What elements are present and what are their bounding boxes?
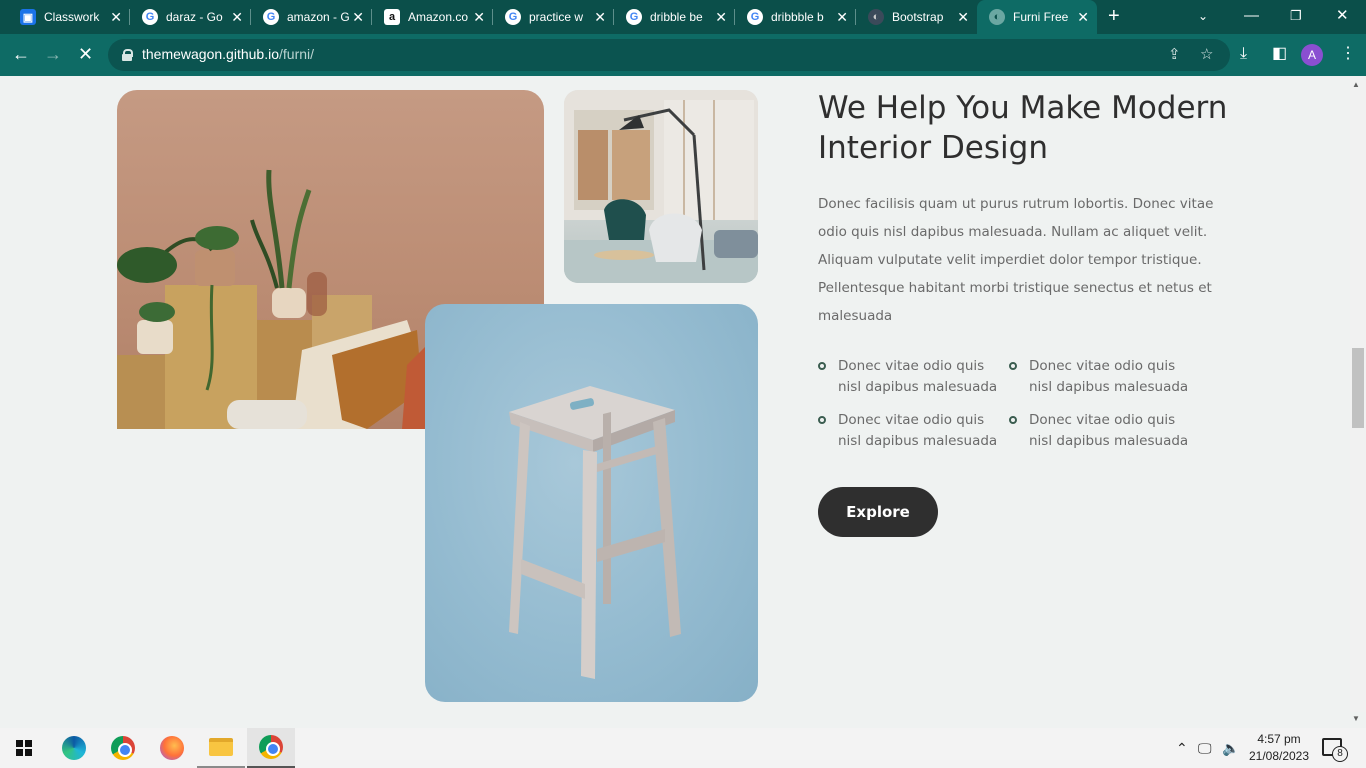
url-text[interactable]: themewagon.github.io/furni/: [142, 46, 314, 62]
windows-start-icon[interactable]: [0, 728, 48, 768]
file-explorer-icon[interactable]: [197, 728, 245, 768]
close-icon[interactable]: ✕: [715, 9, 727, 25]
section-paragraph: Donec facilisis quam ut purus rutrum lob…: [818, 196, 1214, 324]
tab-furni[interactable]: ◐ Furni Free ✕: [977, 0, 1097, 34]
bullet-circle-icon: [818, 362, 826, 370]
tab-classwork[interactable]: ▣ Classwork ✕: [8, 0, 130, 34]
show-hidden-icons-chevron-icon[interactable]: ⌃: [1176, 728, 1188, 768]
list-item: Donec vitae odio quis nisl dapibus males…: [1009, 410, 1194, 452]
tab-title: Amazon.co: [408, 10, 469, 24]
tab-daraz[interactable]: G daraz - Go ✕: [130, 0, 251, 34]
profile-avatar[interactable]: A: [1301, 44, 1323, 66]
url-host: themewagon.github.io: [142, 46, 279, 62]
restore-icon[interactable]: ❐: [1290, 6, 1302, 26]
tab-title: daraz - Go: [166, 10, 223, 24]
lounge-illustration: [564, 90, 758, 283]
list-item-text: Donec vitae odio quis nisl dapibus males…: [1029, 358, 1189, 395]
side-panel-icon[interactable]: ◧: [1272, 44, 1287, 64]
tab-dribble[interactable]: G dribble be ✕: [614, 0, 735, 34]
toolbar: ← → ✕ themewagon.github.io/furni/ ⇪ ☆ ⤓ …: [0, 34, 1366, 76]
list-item: Donec vitae odio quis nisl dapibus males…: [818, 356, 1003, 398]
list-item-text: Donec vitae odio quis nisl dapibus males…: [838, 358, 998, 395]
notification-count-badge: 8: [1332, 746, 1348, 762]
tab-title: Bootstrap: [892, 10, 944, 24]
chrome-profile-icon[interactable]: [247, 728, 295, 768]
stop-loading-icon[interactable]: ✕: [78, 44, 93, 64]
google-icon: G: [263, 9, 279, 25]
lounge-chairs-image: [564, 90, 758, 283]
furni-icon: ◐: [989, 9, 1005, 25]
classroom-icon: ▣: [20, 9, 36, 25]
close-icon[interactable]: ✕: [1077, 9, 1089, 25]
explore-button[interactable]: Explore: [818, 487, 938, 537]
menu-kebab-icon[interactable]: ⋮: [1340, 44, 1356, 64]
tab-bootstrap[interactable]: ◐ Bootstrap ✕: [856, 0, 977, 34]
tab-amazon[interactable]: a Amazon.co ✕: [372, 0, 493, 34]
tab-search-chevron-icon[interactable]: ⌄: [1198, 6, 1208, 26]
close-icon[interactable]: ✕: [836, 9, 848, 25]
scrollbar-thumb[interactable]: [1352, 348, 1364, 428]
network-icon[interactable]: 🖵: [1198, 728, 1212, 768]
new-tab-plus-icon[interactable]: +: [1108, 6, 1120, 26]
tab-title: practice w: [529, 10, 584, 24]
bookmark-star-icon[interactable]: ☆: [1200, 46, 1213, 64]
google-icon: G: [505, 9, 521, 25]
google-icon: G: [747, 9, 763, 25]
close-icon[interactable]: ✕: [957, 9, 969, 25]
bullet-circle-icon: [818, 416, 826, 424]
wooden-stool-image: [425, 304, 758, 702]
close-icon[interactable]: ✕: [594, 9, 606, 25]
tab-amazon-search[interactable]: G amazon - G ✕: [251, 0, 372, 34]
lock-icon[interactable]: [122, 49, 133, 61]
tab-title: dribble be: [650, 10, 703, 24]
download-icon[interactable]: ⤓: [1240, 44, 1247, 64]
tab-practice[interactable]: G practice w ✕: [493, 0, 614, 34]
close-icon[interactable]: ✕: [110, 9, 122, 25]
windows-taskbar: ⌃ 🖵 🔈 4:57 pm 21/08/2023 8: [0, 728, 1366, 768]
close-icon[interactable]: ✕: [231, 9, 243, 25]
bullet-circle-icon: [1009, 416, 1017, 424]
close-icon[interactable]: ✕: [473, 9, 485, 25]
page-viewport: We Help You Make Modern Interior Design …: [0, 76, 1350, 712]
system-clock[interactable]: 4:57 pm 21/08/2023: [1244, 731, 1314, 765]
google-icon: G: [142, 9, 158, 25]
tab-title: Furni Free: [1013, 10, 1069, 24]
window-close-icon[interactable]: ✕: [1336, 6, 1349, 26]
bootstrap-icon: ◐: [868, 9, 884, 25]
tab-strip: ▣ Classwork ✕ G daraz - Go ✕ G amazon - …: [0, 0, 1366, 34]
tab-title: dribbble b: [771, 10, 824, 24]
scroll-down-arrow-icon[interactable]: ▼: [1352, 714, 1360, 724]
tab-title: Classwork: [44, 10, 100, 24]
list-item: Donec vitae odio quis nisl dapibus males…: [818, 410, 1003, 452]
clock-time: 4:57 pm: [1257, 732, 1301, 746]
clock-date: 21/08/2023: [1248, 749, 1310, 763]
tab-dribbble[interactable]: G dribbble b ✕: [735, 0, 856, 34]
bullet-circle-icon: [1009, 362, 1017, 370]
list-item: Donec vitae odio quis nisl dapibus males…: [1009, 356, 1194, 398]
url-path: /furni/: [279, 46, 315, 62]
section-heading: We Help You Make Modern Interior Design: [818, 90, 1228, 166]
list-item-text: Donec vitae odio quis nisl dapibus males…: [838, 412, 998, 449]
chrome-icon[interactable]: [99, 728, 147, 768]
minimize-icon[interactable]: —: [1244, 6, 1259, 26]
back-arrow-icon[interactable]: ←: [12, 44, 30, 64]
share-icon[interactable]: ⇪: [1168, 46, 1181, 64]
tab-title: amazon - G: [287, 10, 350, 24]
google-icon: G: [626, 9, 642, 25]
firefox-icon[interactable]: [148, 728, 196, 768]
edge-icon[interactable]: [50, 728, 98, 768]
close-icon[interactable]: ✕: [352, 9, 364, 25]
scroll-up-arrow-icon[interactable]: ▲: [1352, 80, 1360, 90]
address-bar[interactable]: themewagon.github.io/furni/ ⇪ ☆: [108, 39, 1230, 71]
list-item-text: Donec vitae odio quis nisl dapibus males…: [1029, 412, 1189, 449]
volume-icon[interactable]: 🔈: [1222, 728, 1239, 768]
forward-arrow-icon[interactable]: →: [44, 44, 62, 64]
amazon-icon: a: [384, 9, 400, 25]
stool-illustration: [509, 386, 681, 679]
